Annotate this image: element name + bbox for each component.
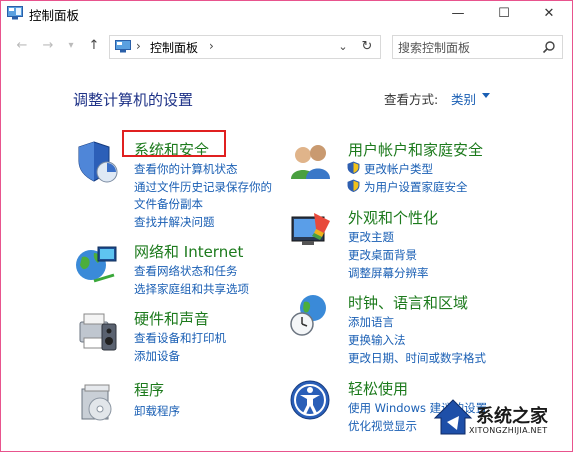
breadcrumb-chevron-icon[interactable]: ›: [209, 39, 214, 53]
link-optimize-display[interactable]: 优化视觉显示: [348, 418, 417, 434]
breadcrumb-separator-icon: ›: [136, 39, 141, 53]
search-icon[interactable]: [542, 40, 556, 54]
category-title[interactable]: 网络和 Internet: [134, 241, 243, 262]
link-screen-resolution[interactable]: 调整屏幕分辨率: [348, 265, 429, 281]
link-change-background[interactable]: 更改桌面背景: [348, 247, 417, 263]
watermark-brand: 系统之家: [476, 406, 548, 427]
control-panel-window: 控制面板 — ☐ ✕ ← → ▾ ↑ › 控制面板 › ⌄ ↻ 搜索控制面板 调…: [0, 0, 573, 452]
back-button[interactable]: ←: [13, 37, 31, 55]
link-change-account-type[interactable]: 更改帐户类型: [364, 161, 433, 177]
view-by-dropdown[interactable]: 类别: [451, 89, 476, 108]
forward-button[interactable]: →: [39, 37, 57, 55]
link-uninstall-program[interactable]: 卸载程序: [134, 403, 180, 419]
control-panel-icon: [7, 6, 23, 20]
link-add-device[interactable]: 添加设备: [134, 348, 180, 364]
ease-of-access-icon: [290, 380, 330, 420]
category-title[interactable]: 程序: [134, 379, 164, 400]
view-by-caret-icon[interactable]: [482, 93, 490, 98]
page-heading: 调整计算机的设置: [73, 91, 194, 109]
recent-locations-button[interactable]: ▾: [62, 37, 80, 55]
maximize-button[interactable]: ☐: [481, 1, 527, 27]
navigation-bar: ← → ▾ ↑ › 控制面板 › ⌄ ↻ 搜索控制面板: [1, 34, 572, 60]
link-change-theme[interactable]: 更改主题: [348, 229, 394, 245]
clock-globe-icon: [290, 295, 326, 336]
link-view-computer-status[interactable]: 查看你的计算机状态: [134, 161, 238, 177]
address-bar[interactable]: › 控制面板 › ⌄ ↻: [109, 35, 381, 59]
category-user-accounts: 用户帐户和家庭安全 更改帐户类型 为用户设置家庭安全: [288, 139, 508, 199]
category-network: 网络和 Internet 查看网络状态和任务 选择家庭组和共享选项: [74, 241, 284, 301]
link-network-status[interactable]: 查看网络状态和任务: [134, 263, 238, 279]
link-homegroup[interactable]: 选择家庭组和共享选项: [134, 281, 249, 297]
view-by-label: 查看方式:: [384, 92, 439, 107]
category-title[interactable]: 轻松使用: [348, 378, 408, 399]
category-appearance: 外观和个性化 更改主题 更改桌面背景 调整屏幕分辨率: [288, 207, 508, 282]
category-clock-language: 时钟、语言和区域 添加语言 更换输入法 更改日期、时间或数字格式: [288, 292, 518, 367]
uac-shield-icon: [347, 161, 360, 174]
close-button[interactable]: ✕: [526, 1, 572, 27]
link-troubleshoot[interactable]: 查找并解决问题: [134, 214, 215, 230]
watermark: 系统之家 XITONGZHIJIA.NET: [431, 386, 572, 450]
window-title: 控制面板: [29, 8, 80, 23]
link-devices-printers[interactable]: 查看设备和打印机: [134, 330, 226, 346]
category-title[interactable]: 用户帐户和家庭安全: [348, 139, 483, 160]
programs-icon: [81, 384, 112, 421]
up-button[interactable]: ↑: [85, 37, 103, 55]
refresh-button[interactable]: ↻: [356, 36, 378, 58]
watermark-domain: XITONGZHIJIA.NET: [469, 426, 548, 435]
appearance-icon: [291, 213, 330, 245]
search-box[interactable]: 搜索控制面板: [392, 35, 563, 59]
shield-icon: [78, 141, 118, 183]
category-hardware-sound: 硬件和声音 查看设备和打印机 添加设备: [74, 308, 284, 368]
link-change-input-method[interactable]: 更换输入法: [348, 332, 406, 348]
category-title[interactable]: 外观和个性化: [348, 207, 438, 228]
category-title[interactable]: 时钟、语言和区域: [348, 292, 468, 313]
link-date-time-format[interactable]: 更改日期、时间或数字格式: [348, 350, 486, 366]
minimize-button[interactable]: —: [435, 1, 481, 27]
link-file-history-cont[interactable]: 文件备份副本: [134, 196, 203, 212]
users-icon: [291, 145, 330, 179]
link-add-language[interactable]: 添加语言: [348, 314, 394, 330]
control-panel-icon: [115, 40, 131, 53]
network-globe-icon: [76, 246, 117, 283]
link-family-safety[interactable]: 为用户设置家庭安全: [364, 179, 468, 195]
uac-shield-icon: [347, 179, 360, 192]
category-title[interactable]: 硬件和声音: [134, 308, 209, 329]
title-bar: 控制面板 — ☐ ✕: [1, 1, 572, 27]
address-dropdown-button[interactable]: ⌄: [332, 36, 354, 58]
category-programs: 程序 卸载程序: [74, 379, 284, 429]
highlight-box: [122, 130, 226, 157]
breadcrumb-control-panel[interactable]: 控制面板: [150, 39, 198, 56]
link-file-history[interactable]: 通过文件历史记录保存你的: [134, 179, 272, 195]
printer-icon: [79, 313, 117, 351]
search-input[interactable]: 搜索控制面板: [398, 39, 470, 56]
